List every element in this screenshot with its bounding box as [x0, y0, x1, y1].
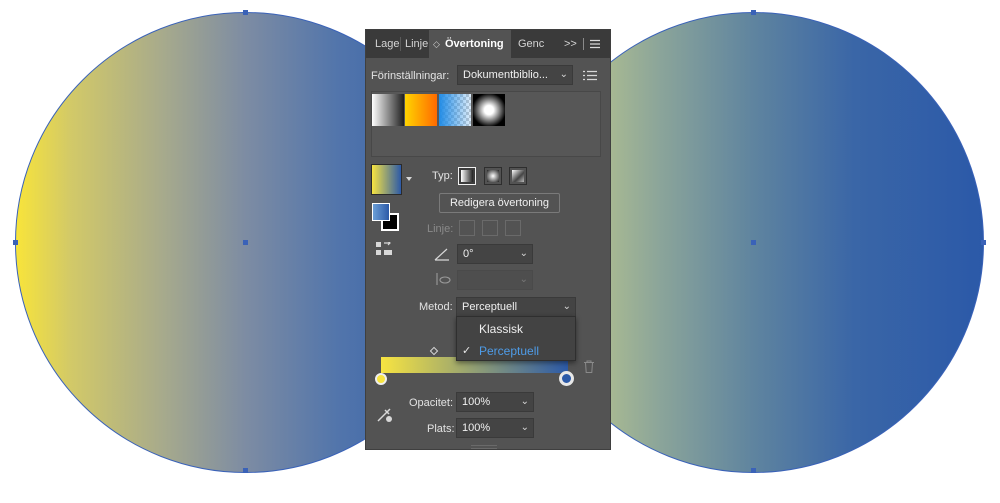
menu-item-perceptual-label: Perceptuell	[479, 344, 540, 358]
anchor-point[interactable]	[243, 10, 248, 15]
method-dropdown-menu: Klassisk ✓ Perceptuell	[456, 316, 576, 361]
aspect-ratio-icon	[435, 272, 451, 286]
location-label: Plats:	[427, 423, 455, 435]
anchor-point[interactable]	[751, 240, 756, 245]
aspect-ratio-dropdown: ⌄	[457, 270, 533, 290]
tab-stroke[interactable]: Linje	[405, 30, 429, 58]
location-dropdown[interactable]: 100% ⌄	[456, 418, 534, 438]
location-value: 100%	[462, 422, 491, 434]
swatch-menu-arrow-icon[interactable]	[406, 177, 412, 181]
fill-gradient-swatch[interactable]	[371, 164, 402, 195]
stroke-within-icon	[459, 220, 475, 236]
tab-transparency[interactable]: Genc	[518, 30, 544, 58]
edit-gradient-button[interactable]: Redigera övertoning	[439, 193, 560, 213]
freeform-gradient-button[interactable]	[509, 167, 527, 185]
menu-item-perceptual[interactable]: ✓ Perceptuell	[457, 340, 575, 362]
chevron-down-icon: ⌄	[559, 69, 568, 80]
stroke-label: Linje:	[427, 223, 454, 235]
angle-value: 0°	[463, 248, 474, 260]
panel-resize-handle[interactable]	[471, 445, 497, 449]
anchor-point[interactable]	[243, 468, 248, 473]
gradient-stop-start[interactable]	[375, 373, 387, 385]
reverse-gradient-icon[interactable]	[376, 240, 392, 256]
anchor-point[interactable]	[751, 468, 756, 473]
tab-gradient[interactable]: ◇ Övertoning	[429, 30, 511, 58]
trash-icon[interactable]	[583, 360, 595, 373]
gradient-panel: Lage Linje ◇ Övertoning Genc >> Förinstä…	[365, 29, 611, 450]
chevron-down-icon: ⌄	[520, 422, 529, 433]
presets-dropdown[interactable]: Dokumentbiblio... ⌄	[457, 65, 573, 85]
tab-gradient-label: Övertoning	[444, 38, 504, 50]
method-label: Metod:	[419, 301, 453, 313]
chevron-down-icon: ⌄	[519, 274, 528, 285]
method-dropdown[interactable]: Perceptuell ⌄	[456, 297, 576, 317]
anchor-point[interactable]	[981, 240, 986, 245]
radial-gradient-button[interactable]	[484, 167, 502, 185]
preset-swatch-radial[interactable]	[473, 94, 505, 126]
stroke-along-icon	[482, 220, 498, 236]
chevron-down-icon: ⌄	[519, 248, 528, 259]
tab-diamond-icon: ◇	[433, 39, 440, 49]
eyedropper-icon[interactable]	[376, 405, 394, 423]
anchor-point[interactable]	[13, 240, 18, 245]
angle-dropdown[interactable]: 0° ⌄	[457, 244, 533, 264]
preset-swatch-blue-transparent[interactable]	[439, 94, 471, 126]
midpoint-diamond-icon[interactable]	[429, 346, 439, 356]
presets-value: Dokumentbiblio...	[463, 69, 548, 81]
preset-swatch-gray[interactable]	[372, 94, 404, 126]
method-value: Perceptuell	[462, 301, 518, 313]
type-label: Typ:	[432, 170, 453, 182]
linear-gradient-button[interactable]	[458, 167, 476, 185]
presets-label: Förinställningar:	[371, 70, 450, 82]
list-view-icon[interactable]	[583, 70, 597, 81]
menu-item-classic[interactable]: Klassisk	[457, 318, 575, 340]
preset-swatches-area	[371, 91, 601, 157]
opacity-label: Opacitet:	[409, 397, 454, 409]
angle-icon	[434, 247, 450, 261]
anchor-point[interactable]	[751, 10, 756, 15]
stroke-gradient-icon[interactable]	[372, 203, 390, 221]
tab-layers[interactable]: Lage	[375, 30, 399, 58]
gradient-stop-end[interactable]	[559, 371, 574, 386]
anchor-point[interactable]	[243, 240, 248, 245]
preset-swatch-orange[interactable]	[405, 94, 437, 126]
opacity-dropdown[interactable]: 100% ⌄	[456, 392, 534, 412]
opacity-value: 100%	[462, 396, 491, 408]
checkmark-icon: ✓	[462, 345, 472, 357]
panel-tab-bar: Lage Linje ◇ Övertoning Genc >>	[366, 30, 610, 58]
stroke-across-icon	[505, 220, 521, 236]
chevron-down-icon: ⌄	[562, 301, 571, 312]
chevron-down-icon: ⌄	[520, 396, 529, 407]
panel-menu-icon[interactable]	[590, 39, 600, 49]
tab-overflow-button[interactable]: >>	[564, 30, 580, 58]
